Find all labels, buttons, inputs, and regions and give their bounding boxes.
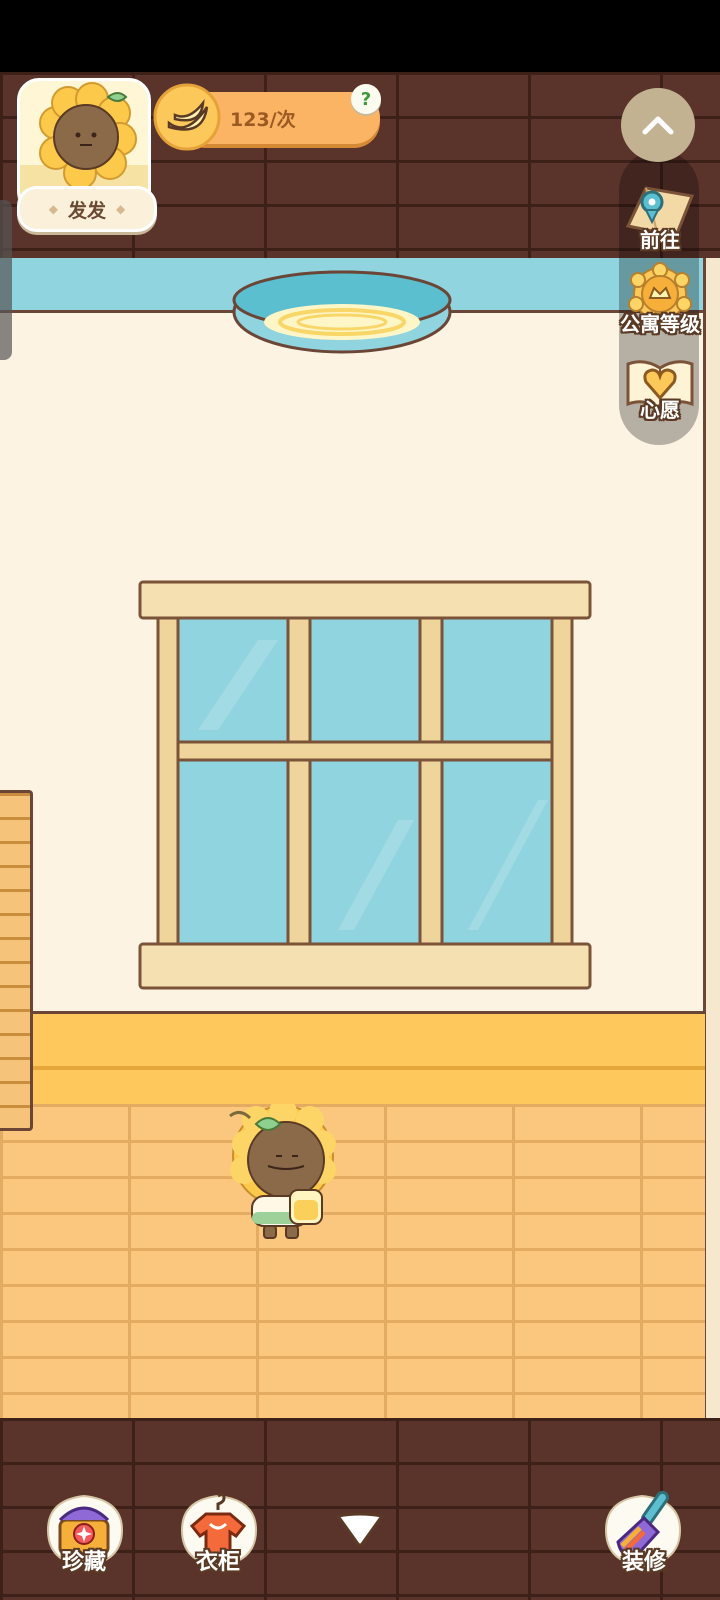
- room-window[interactable]: [138, 580, 592, 992]
- wood-floor[interactable]: [0, 1104, 705, 1418]
- banana-icon: [153, 83, 221, 151]
- player-name-plate[interactable]: ◆ 发发 ◆: [17, 186, 157, 232]
- right-pillar: [703, 258, 720, 1418]
- collapse-menu-button[interactable]: [621, 88, 695, 162]
- left-shelf[interactable]: [0, 790, 33, 1131]
- goto-label: 前往: [640, 228, 680, 252]
- status-bar: [0, 0, 720, 72]
- help-icon[interactable]: ?: [351, 84, 381, 114]
- wainscot: [0, 1011, 705, 1107]
- collection-button[interactable]: 珍藏: [36, 1486, 132, 1582]
- ceiling-lamp[interactable]: [230, 262, 454, 362]
- expand-bar-button[interactable]: [332, 1508, 388, 1552]
- triangle-down-icon: [336, 1512, 384, 1547]
- wardrobe-button[interactable]: 衣柜: [170, 1486, 266, 1582]
- decorate-label: 装修: [621, 1550, 666, 1575]
- decor-dot-icon: ◆: [48, 202, 58, 216]
- apartment-level-label: 公寓等级: [620, 312, 700, 336]
- wainscot-line: [0, 1066, 705, 1070]
- currency-value: 123/次: [230, 109, 296, 131]
- player-name: 发发: [67, 199, 106, 222]
- chevron-up-icon: [642, 116, 674, 135]
- apartment-level-button[interactable]: 公寓等级: [616, 262, 704, 344]
- left-side-tab[interactable]: [0, 200, 12, 360]
- sunflower-character[interactable]: [226, 1104, 340, 1244]
- goto-button[interactable]: 前往: [616, 178, 704, 260]
- decor-dot-icon: ◆: [116, 202, 126, 216]
- wish-label: 心愿: [640, 398, 680, 422]
- decorate-button[interactable]: 装修: [596, 1486, 692, 1582]
- collection-label: 珍藏: [61, 1550, 106, 1575]
- wish-button[interactable]: 心愿: [616, 348, 704, 430]
- wardrobe-label: 衣柜: [195, 1550, 240, 1575]
